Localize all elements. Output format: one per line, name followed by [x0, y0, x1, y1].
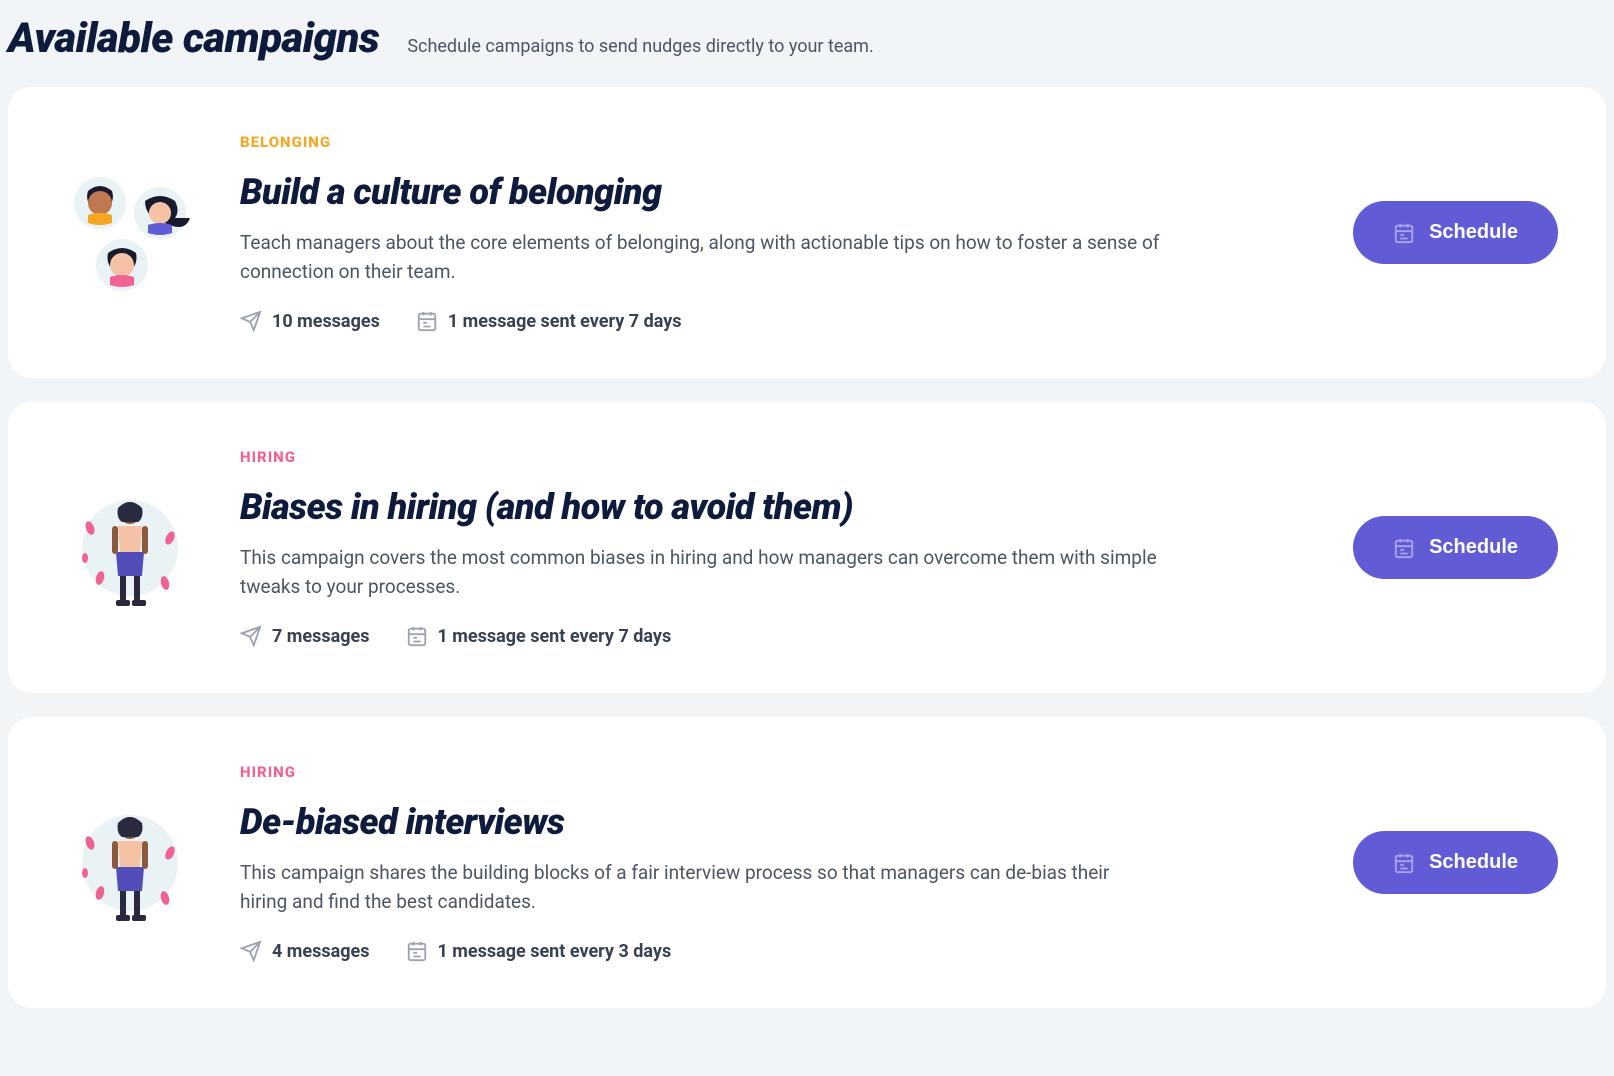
messages-count: 10 messages: [240, 310, 380, 332]
messages-text: 10 messages: [272, 311, 380, 332]
send-icon: [240, 625, 262, 647]
frequency: 1 message sent every 7 days: [416, 310, 682, 332]
person-standing-icon: [60, 478, 200, 618]
send-icon: [240, 310, 262, 332]
campaign-card: BELONGING Build a culture of belonging T…: [8, 87, 1606, 378]
frequency: 1 message sent every 7 days: [406, 625, 672, 647]
messages-text: 4 messages: [272, 941, 370, 962]
campaign-meta: 4 messages 1 message sent every 3 days: [240, 940, 1313, 962]
campaign-meta: 7 messages 1 message sent every 7 days: [240, 625, 1313, 647]
campaign-description: This campaign covers the most common bia…: [240, 544, 1160, 601]
schedule-label: Schedule: [1429, 221, 1518, 244]
schedule-button[interactable]: Schedule: [1353, 201, 1558, 264]
frequency-text: 1 message sent every 7 days: [448, 311, 682, 332]
campaign-illustration: [60, 163, 200, 303]
campaign-category: HIRING: [240, 763, 1313, 781]
calendar-icon: [406, 625, 428, 647]
campaign-card: HIRING Biases in hiring (and how to avoi…: [8, 402, 1606, 693]
messages-count: 4 messages: [240, 940, 370, 962]
campaign-content: HIRING De-biased interviews This campaig…: [240, 763, 1313, 962]
page-title: Available campaigns: [8, 14, 379, 63]
calendar-schedule-icon: [1393, 537, 1415, 559]
calendar-icon: [416, 310, 438, 332]
messages-text: 7 messages: [272, 626, 370, 647]
campaign-category: HIRING: [240, 448, 1313, 466]
person-standing-icon: [60, 793, 200, 933]
schedule-button[interactable]: Schedule: [1353, 831, 1558, 894]
campaign-content: BELONGING Build a culture of belonging T…: [240, 133, 1313, 332]
schedule-button[interactable]: Schedule: [1353, 516, 1558, 579]
frequency-text: 1 message sent every 7 days: [438, 626, 672, 647]
campaign-category: BELONGING: [240, 133, 1313, 151]
campaign-description: Teach managers about the core elements o…: [240, 229, 1160, 286]
send-icon: [240, 940, 262, 962]
page-subtitle: Schedule campaigns to send nudges direct…: [407, 36, 873, 57]
campaigns-list: BELONGING Build a culture of belonging T…: [8, 87, 1606, 1008]
campaign-description: This campaign shares the building blocks…: [240, 859, 1160, 916]
campaign-content: HIRING Biases in hiring (and how to avoi…: [240, 448, 1313, 647]
page-header: Available campaigns Schedule campaigns t…: [8, 0, 1606, 87]
people-group-icon: [60, 163, 200, 303]
campaign-card: HIRING De-biased interviews This campaig…: [8, 717, 1606, 1008]
campaign-title: De-biased interviews: [240, 801, 1313, 843]
frequency-text: 1 message sent every 3 days: [438, 941, 672, 962]
frequency: 1 message sent every 3 days: [406, 940, 672, 962]
campaign-meta: 10 messages 1 message sent every 7 days: [240, 310, 1313, 332]
campaign-title: Biases in hiring (and how to avoid them): [240, 486, 1313, 528]
campaign-illustration: [60, 478, 200, 618]
messages-count: 7 messages: [240, 625, 370, 647]
calendar-schedule-icon: [1393, 222, 1415, 244]
calendar-icon: [406, 940, 428, 962]
schedule-label: Schedule: [1429, 851, 1518, 874]
schedule-label: Schedule: [1429, 536, 1518, 559]
calendar-schedule-icon: [1393, 852, 1415, 874]
campaign-illustration: [60, 793, 200, 933]
campaign-title: Build a culture of belonging: [240, 171, 1313, 213]
